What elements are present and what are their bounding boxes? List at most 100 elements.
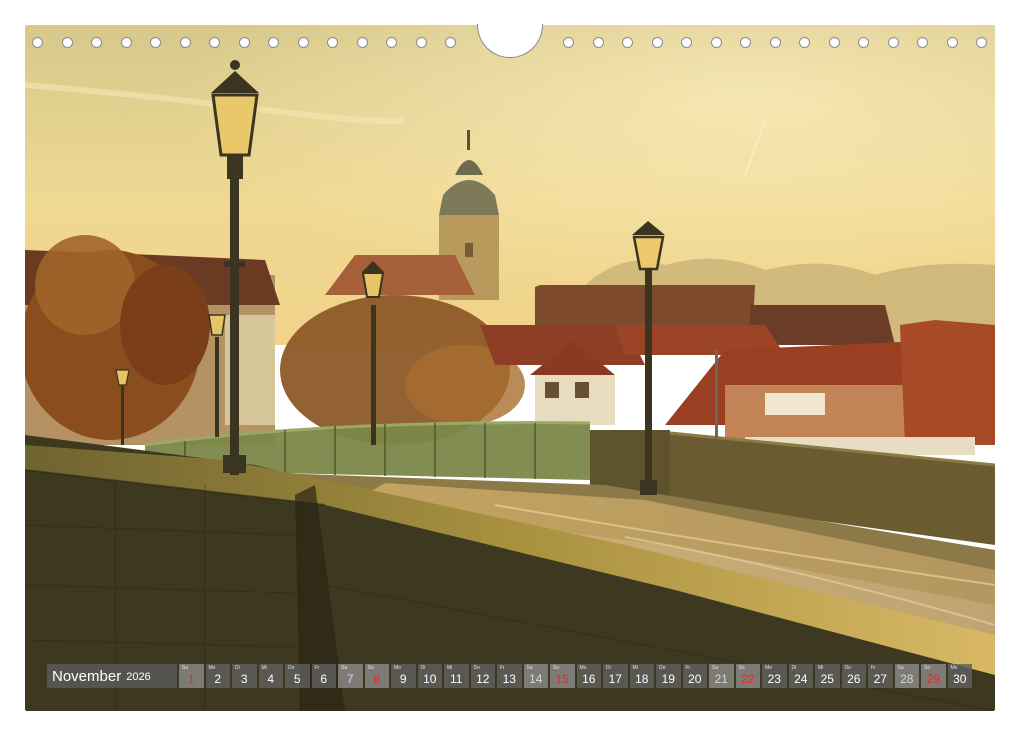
day-name: Mi xyxy=(818,665,824,671)
day-number: 21 xyxy=(714,672,728,686)
day-number: 18 xyxy=(635,672,649,686)
day-name: So xyxy=(553,665,560,671)
day-cell: Mo 2 xyxy=(205,664,230,688)
day-name: Fr xyxy=(871,665,876,671)
day-name: Di xyxy=(606,665,611,671)
day-name: Sa xyxy=(526,665,533,671)
day-cell: Di 10 xyxy=(417,664,442,688)
day-name: Mi xyxy=(261,665,267,671)
binding-hole xyxy=(887,37,899,48)
day-cell: Sa 21 xyxy=(709,664,734,688)
day-cell: Sa 28 xyxy=(894,664,919,688)
day-cell: Sa 14 xyxy=(523,664,548,688)
spiral-binding xyxy=(25,24,995,60)
day-number: 2 xyxy=(214,672,222,686)
day-name: Fr xyxy=(685,665,691,671)
day-number: 19 xyxy=(661,672,675,686)
binding-hole xyxy=(209,37,220,48)
day-cell: Fr 6 xyxy=(311,664,336,688)
day-number: 15 xyxy=(555,672,569,686)
day-cell: So 29 xyxy=(921,664,946,688)
month-label-box: November 2026 xyxy=(47,664,177,688)
day-number: 17 xyxy=(608,672,622,686)
binding-hole xyxy=(61,37,73,48)
day-cell: So 15 xyxy=(550,664,575,688)
month-name: November xyxy=(52,667,122,685)
day-number: 9 xyxy=(399,672,407,686)
day-name: Mi xyxy=(447,665,453,671)
binding-hole xyxy=(769,37,781,48)
binding-hole xyxy=(179,37,191,48)
binding-hole xyxy=(32,37,43,48)
binding-hole xyxy=(740,37,751,48)
day-cell: Mo 23 xyxy=(762,664,787,688)
day-name: Do xyxy=(659,665,666,671)
binding-hole xyxy=(297,37,309,48)
day-cell: So 1 xyxy=(179,664,204,688)
day-cell: Di 3 xyxy=(232,664,257,688)
binding-hole xyxy=(710,37,722,48)
day-cell: Sa 7 xyxy=(338,664,363,688)
day-number: 10 xyxy=(423,672,437,686)
day-cell: Mo 16 xyxy=(576,664,601,688)
binding-hole xyxy=(445,37,456,48)
day-cell: Mi 25 xyxy=(815,664,840,688)
binding-hole xyxy=(327,37,338,48)
day-name: Sa xyxy=(712,665,719,671)
day-number: 13 xyxy=(502,672,516,686)
day-cell: Do 26 xyxy=(841,664,866,688)
day-cell: Mi 11 xyxy=(444,664,469,688)
binding-hole xyxy=(91,37,102,48)
month-year: 2026 xyxy=(126,671,151,683)
day-number: 16 xyxy=(582,672,596,686)
day-name: Do xyxy=(844,665,851,671)
binding-hole xyxy=(858,37,869,48)
day-number: 4 xyxy=(267,672,275,686)
binding-hole xyxy=(946,37,958,48)
binding-hole xyxy=(592,37,604,48)
day-name: Sa xyxy=(341,665,348,671)
photo-illustration xyxy=(25,25,995,711)
day-cell: So 8 xyxy=(364,664,389,688)
day-number: 29 xyxy=(926,672,940,686)
binding-hole xyxy=(238,37,250,48)
calendar-photo xyxy=(25,25,995,711)
calendar-page: November 2026 So 1 Mo 2 Di 3 Mi 4 Do 5 Fr 6 Sa 7 So 8 Mo… xyxy=(0,0,1020,735)
binding-hole xyxy=(120,37,132,48)
day-name: Di xyxy=(235,665,240,671)
day-cell: Do 12 xyxy=(470,664,495,688)
day-cell: Mo 9 xyxy=(391,664,416,688)
binding-hole xyxy=(415,37,427,48)
day-number: 11 xyxy=(450,672,463,686)
day-number: 30 xyxy=(953,672,967,686)
day-cell: Mo 30 xyxy=(947,664,972,688)
day-cell: Do 5 xyxy=(285,664,310,688)
day-name: Mo xyxy=(208,665,216,671)
day-name: Mi xyxy=(632,665,638,671)
binding-hole xyxy=(917,37,928,48)
day-number: 8 xyxy=(373,672,381,686)
day-name: Fr xyxy=(500,665,505,671)
day-number: 24 xyxy=(794,672,808,686)
day-number: 14 xyxy=(529,672,543,686)
binding-hole xyxy=(651,37,663,48)
day-cell: Fr 27 xyxy=(868,664,893,688)
day-number: 20 xyxy=(688,672,702,686)
binding-hole xyxy=(356,37,368,48)
day-name: So xyxy=(182,665,189,671)
day-name: Mo xyxy=(579,665,587,671)
day-number: 22 xyxy=(741,672,755,686)
day-name: So xyxy=(738,665,745,671)
day-cell: Do 19 xyxy=(656,664,681,688)
day-number: 1 xyxy=(187,672,195,686)
binding-hole xyxy=(268,37,279,48)
day-cell: Mi 18 xyxy=(629,664,654,688)
calendar-strip: November 2026 So 1 Mo 2 Di 3 Mi 4 Do 5 Fr 6 Sa 7 So 8 Mo… xyxy=(47,664,974,688)
binding-hole xyxy=(681,37,692,48)
binding-hole xyxy=(563,37,574,48)
day-number: 6 xyxy=(320,672,328,686)
binding-hole xyxy=(150,37,161,48)
day-name: So xyxy=(367,665,374,671)
day-cell: Di 24 xyxy=(788,664,813,688)
day-name: Mo xyxy=(394,665,401,671)
